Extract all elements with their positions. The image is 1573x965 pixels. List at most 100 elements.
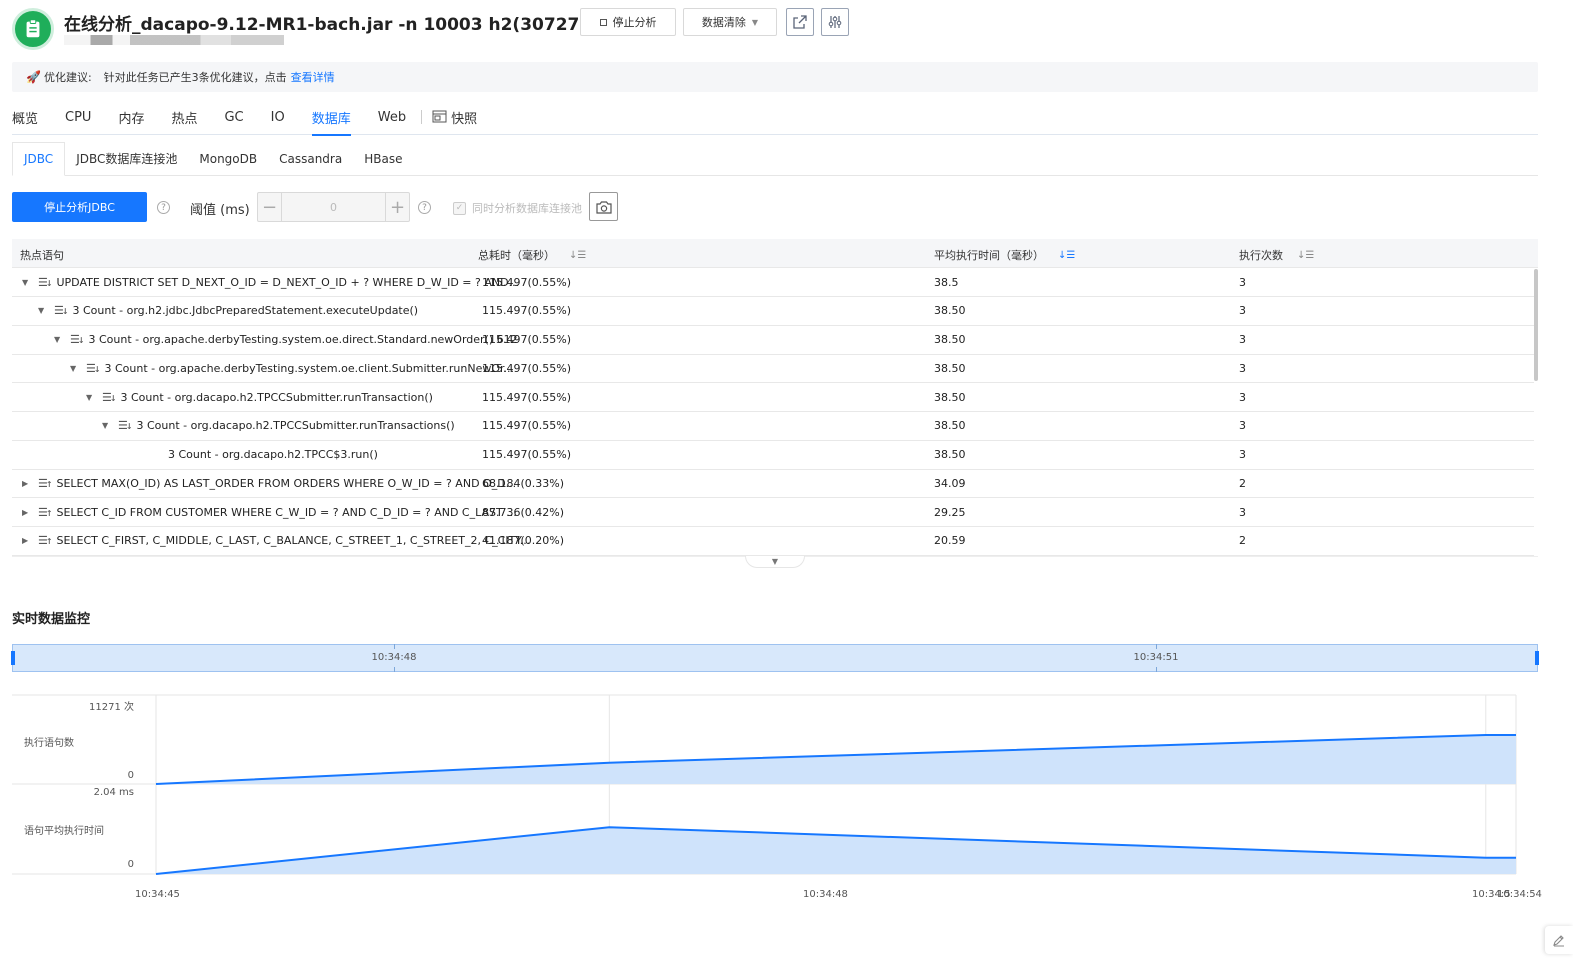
expand-right-icon[interactable]: ▶ — [22, 479, 38, 488]
sort-desc-icon: ☰↓ — [70, 333, 85, 346]
analyze-pool-checkbox[interactable]: ✓ 同时分析数据库连接池 — [453, 200, 582, 216]
sort-active-icon[interactable]: ↓☰ — [1058, 250, 1075, 261]
jdbc-toolbar: 停止分析JDBC ? 阈值 (ms) − 0 + ? ✓ 同时分析数据库连接池 — [12, 192, 712, 222]
count-cell: 3 — [1239, 419, 1246, 433]
slider-tick — [394, 667, 395, 672]
snapshot-icon — [432, 110, 447, 123]
snapshot-button[interactable] — [589, 192, 618, 221]
tab-database[interactable]: 数据库 — [311, 100, 351, 136]
table-row[interactable]: ▼ ☰↓ 3 Count - org.dacapo.h2.TPCCSubmitter… — [12, 383, 1534, 412]
table-header: 热点语句 总耗时（毫秒） ↓☰ 平均执行时间（毫秒） ↓☰ 执行次数 ↓☰ — [12, 239, 1538, 268]
avg-time-cell: 38.50 — [934, 361, 966, 375]
threshold-stepper[interactable]: − 0 + — [257, 192, 410, 222]
chart2-ylabel: 语句平均执行时间 — [24, 826, 104, 837]
tab-memory[interactable]: 内存 — [118, 100, 144, 135]
table-row[interactable]: 3 Count - org.dacapo.h2.TPCC$3.run() 115.… — [12, 441, 1534, 470]
column-header-total[interactable]: 总耗时（毫秒） ↓☰ — [478, 247, 586, 263]
expand-down-icon[interactable]: ▼ — [54, 335, 70, 344]
subtab-jdbc-pool[interactable]: JDBC数据库连接池 — [65, 142, 188, 175]
table-row[interactable]: ▶ ☰↑ SELECT C_ID FROM CUSTOMER WHERE C_W_I… — [12, 498, 1534, 527]
export-button[interactable] — [786, 8, 814, 36]
sort-icon[interactable]: ↓☰ — [569, 250, 586, 261]
subtab-hbase[interactable]: HBase — [353, 142, 413, 175]
slider-right-handle[interactable] — [1535, 651, 1539, 665]
table-row[interactable]: ▼ ☰↓ UPDATE DISTRICT SET D_NEXT_O_ID = D_N… — [12, 268, 1534, 297]
sort-icon[interactable]: ↓☰ — [1297, 250, 1314, 261]
sort-asc-icon: ☰↑ — [38, 505, 53, 519]
expand-down-icon[interactable]: ▼ — [22, 278, 38, 287]
sort-desc-icon: ☰↓ — [86, 361, 101, 375]
chevron-down-icon: ▼ — [771, 557, 779, 566]
table-row[interactable]: ▶ ☰↑ SELECT C_FIRST, C_MIDDLE, C_LAST, C_B… — [12, 527, 1534, 556]
collapse-toggle[interactable]: ▼ — [745, 556, 805, 568]
avg-time-cell: 38.5 — [934, 275, 959, 289]
subtab-jdbc[interactable]: JDBC — [12, 142, 66, 176]
page-title: 在线分析_dacapo-9.12-MR1-bach.jar -n 10003 h… — [64, 15, 611, 35]
sort-desc-icon: ☰↓ — [102, 390, 117, 404]
help-icon[interactable]: ? — [418, 201, 431, 214]
feedback-button[interactable] — [1545, 926, 1573, 954]
view-details-link[interactable]: 查看详情 — [291, 69, 335, 85]
table-row[interactable]: ▼ ☰↓ 3 Count - org.apache.derbyTesting.sys… — [12, 354, 1534, 384]
expand-down-icon[interactable]: ▼ — [102, 421, 118, 430]
total-time-cell: 115.497(0.55%) — [482, 448, 572, 461]
increment-button[interactable]: + — [385, 193, 409, 221]
tab-overview[interactable]: 概览 — [12, 100, 38, 135]
avg-time-cell: 38.50 — [934, 419, 966, 433]
threshold-input[interactable]: 0 — [282, 193, 385, 221]
tab-gc[interactable]: GC — [224, 100, 243, 135]
checkbox-icon: ✓ — [453, 201, 466, 215]
tab-web[interactable]: Web — [378, 100, 406, 135]
data-clear-dropdown[interactable]: 数据清除 ▼ — [683, 8, 777, 36]
column-header-count[interactable]: 执行次数 ↓☰ — [1239, 247, 1314, 263]
slider-time-label: 10:34:48 — [371, 652, 417, 663]
avg-time-cell: 38.50 — [934, 448, 966, 461]
camera-icon — [595, 200, 612, 214]
stop-analysis-button[interactable]: 停止分析 — [580, 8, 676, 36]
count-cell: 3 — [1239, 333, 1246, 346]
table-scrollbar[interactable] — [1534, 269, 1538, 381]
tab-divider — [421, 110, 423, 124]
avg-time-cell: 34.09 — [934, 476, 966, 490]
expand-right-icon[interactable]: ▶ — [22, 536, 38, 545]
decrement-button[interactable]: − — [258, 193, 282, 221]
x-tick-label: 10:34:54 — [1497, 889, 1542, 900]
table-row[interactable]: ▼ ☰↓ 3 Count - org.apache.derbyTesting.sys… — [12, 326, 1534, 355]
help-icon[interactable]: ? — [157, 201, 170, 214]
slider-tick — [1156, 644, 1157, 649]
optimization-tip-bar: 🚀 优化建议: 针对此任务已产生3条优化建议，点击 查看详情 — [12, 62, 1538, 92]
statement-text: SELECT C_FIRST, C_MIDDLE, C_LAST, C_BALA… — [56, 534, 531, 548]
tab-hotspot[interactable]: 热点 — [171, 100, 197, 135]
tab-cpu[interactable]: CPU — [65, 100, 91, 135]
total-time-cell: 115.497(0.55%) — [482, 304, 572, 318]
settings-sliders-button[interactable] — [821, 8, 849, 36]
avg-time-cell: 29.25 — [934, 505, 966, 519]
database-sub-tabs: JDBC JDBC数据库连接池 MongoDB Cassandra HBase — [12, 142, 1538, 176]
chart2-ymax-label: 2.04 ms — [93, 787, 134, 798]
tab-io[interactable]: IO — [271, 100, 285, 135]
subtab-mongodb[interactable]: MongoDB — [188, 142, 268, 175]
expand-down-icon[interactable]: ▼ — [38, 306, 54, 315]
count-cell: 2 — [1239, 534, 1246, 548]
avg-time-cell: 38.50 — [934, 390, 966, 404]
slider-left-handle[interactable] — [11, 651, 15, 665]
table-row[interactable]: ▼ ☰↓ 3 Count - org.h2.jdbc.JdbcPreparedSta… — [12, 297, 1534, 326]
table-row[interactable]: ▼ ☰↓ 3 Count - org.dacapo.h2.TPCCSubmitter… — [12, 412, 1534, 441]
export-icon — [793, 15, 807, 29]
table-row[interactable]: ▶ ☰↑ SELECT MAX(O_ID) AS LAST_ORDER FROM O… — [12, 469, 1534, 499]
tab-snapshot[interactable]: 快照 — [432, 108, 477, 127]
realtime-chart-svg — [12, 694, 1517, 875]
expand-down-icon[interactable]: ▼ — [70, 364, 86, 373]
statement-text: 3 Count - org.dacapo.h2.TPCCSubmitter.ru… — [120, 390, 433, 404]
column-header-avg[interactable]: 平均执行时间（毫秒） ↓☰ — [934, 247, 1075, 263]
time-range-slider[interactable]: 10:34:48 10:34:51 — [11, 644, 1539, 672]
tip-text: 针对此任务已产生3条优化建议，点击 — [103, 71, 287, 84]
expand-right-icon[interactable]: ▶ — [22, 508, 38, 517]
expand-down-icon[interactable]: ▼ — [86, 393, 102, 402]
stop-jdbc-analysis-button[interactable]: 停止分析JDBC — [12, 192, 147, 222]
subtab-cassandra[interactable]: Cassandra — [268, 142, 353, 175]
x-tick-label: 10:34:48 — [803, 889, 848, 900]
count-cell: 3 — [1239, 448, 1246, 461]
blurred-subtitle — [64, 35, 284, 45]
statement-text: SELECT C_ID FROM CUSTOMER WHERE C_W_ID =… — [56, 505, 517, 519]
